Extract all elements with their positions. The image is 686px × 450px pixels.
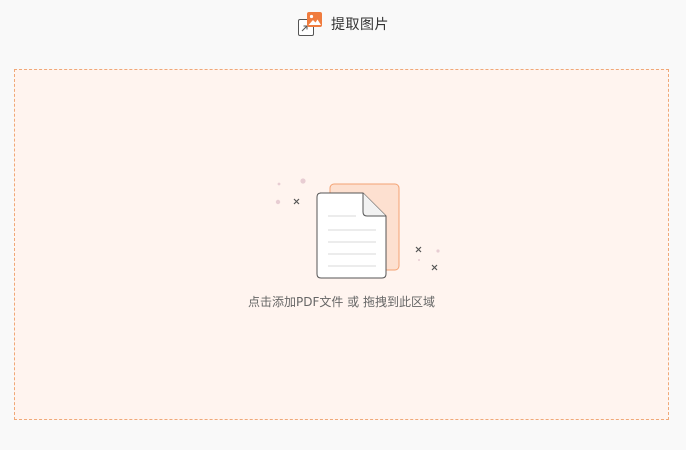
add-pdf-hint: 点击添加PDF文件 (247, 295, 344, 309)
drop-hint: 点击添加PDF文件 或 拖拽到此区域 (15, 293, 668, 310)
drag-hint: 拖拽到此区域 (363, 295, 436, 309)
hint-or: 或 (343, 295, 363, 309)
tool-title: 提取图片 (331, 17, 389, 33)
header-bar: 提取图片 (0, 0, 686, 48)
extract-images-window: 提取图片 点击添加PDF文件 或 拖拽到此区域 (0, 0, 686, 450)
tool-title-button[interactable]: 提取图片 (297, 11, 389, 37)
pdf-drop-zone[interactable]: 点击添加PDF文件 或 拖拽到此区域 (14, 69, 669, 420)
pdf-document-icon (275, 178, 440, 279)
extract-image-icon (298, 12, 322, 36)
